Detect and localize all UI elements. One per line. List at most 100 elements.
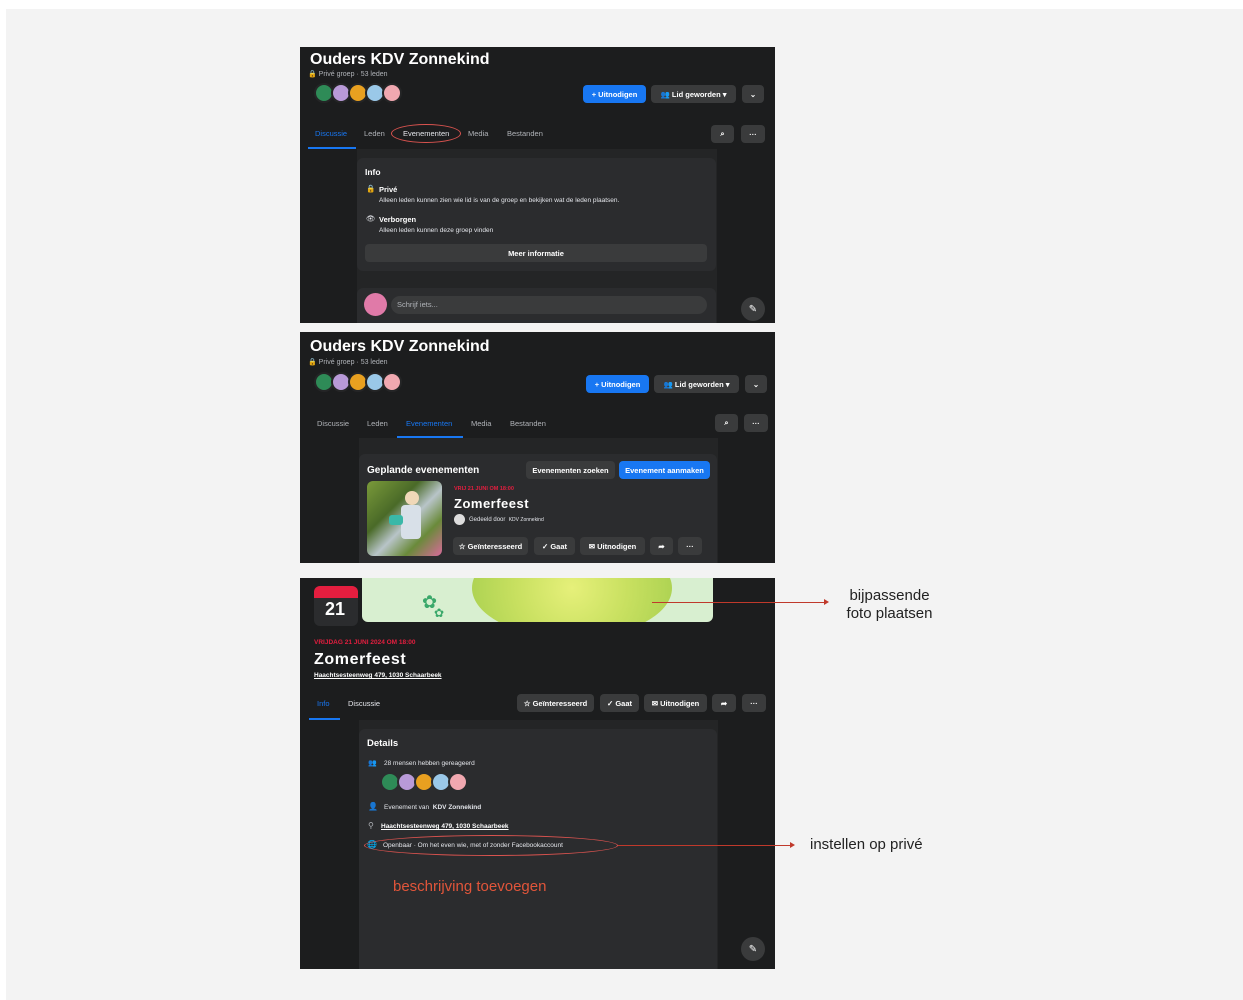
compose-icon[interactable]: ✎ xyxy=(741,297,765,321)
location-pin-icon: ⚲ xyxy=(368,821,374,830)
going-button[interactable]: ✓ Gaat xyxy=(600,694,639,712)
member-button[interactable]: 👥 Lid geworden ▾ xyxy=(651,85,736,103)
group-discussion-panel: Ouders KDV Zonnekind 🔒 Privé groep · 53 … xyxy=(300,47,775,323)
tab-discussie[interactable]: Discussie xyxy=(348,699,380,708)
create-event-button[interactable]: Evenement aanmaken xyxy=(619,461,710,479)
highlight-oval-visibility xyxy=(364,835,618,856)
private-description: Alleen leden kunnen zien wie lid is van … xyxy=(379,197,620,204)
group-header: Ouders KDV Zonnekind 🔒 Privé groep · 53 … xyxy=(300,47,775,125)
hidden-description: Alleen leden kunnen deze groep vinden xyxy=(379,227,494,234)
annotation-arrowhead-photo xyxy=(824,599,829,605)
shared-by-label: Gedeeld door xyxy=(469,517,506,523)
tab-bestanden[interactable]: Bestanden xyxy=(510,419,546,428)
organizer-prefix: Evenement van xyxy=(384,804,430,811)
going-label: Gaat xyxy=(615,698,633,708)
calendar-date-badge: 21 xyxy=(314,586,358,626)
avatar[interactable] xyxy=(382,83,402,103)
star-icon: ☆ xyxy=(523,698,533,708)
tab-media[interactable]: Media xyxy=(471,419,491,428)
annotation-privacy: instellen op privé xyxy=(810,836,923,853)
avatar[interactable] xyxy=(448,772,468,792)
share-icon[interactable]: ➦ xyxy=(650,537,673,555)
more-options-button[interactable]: ··· xyxy=(678,537,702,555)
search-icon[interactable]: ⌕ xyxy=(715,414,738,432)
tab-bestanden[interactable]: Bestanden xyxy=(507,129,543,138)
search-events-button[interactable]: Evenementen zoeken xyxy=(526,461,615,479)
caret-down-icon: ▾ xyxy=(723,379,730,389)
tab-leden[interactable]: Leden xyxy=(367,419,388,428)
calendar-day: 21 xyxy=(325,599,346,619)
star-icon: ☆ xyxy=(458,541,468,551)
hidden-title: Verborgen xyxy=(379,215,417,224)
share-icon[interactable]: ➦ xyxy=(712,694,736,712)
people-icon: 👥 xyxy=(368,760,377,767)
composer-input[interactable]: Schrijf iets... xyxy=(391,296,707,314)
tab-info[interactable]: Info xyxy=(317,699,330,708)
event-date-line: VRIJDAG 21 JUNI 2024 OM 18:00 xyxy=(314,639,416,646)
right-gutter xyxy=(718,438,775,563)
tab-media[interactable]: Media xyxy=(468,129,488,138)
events-card: Geplande evenementen Evenementen zoeken … xyxy=(359,454,717,563)
tab-discussie[interactable]: Discussie xyxy=(317,419,349,428)
event-thumbnail[interactable] xyxy=(367,481,442,556)
members-icon: 👥 xyxy=(660,89,672,99)
shared-by-name[interactable]: KDV Zonnekind xyxy=(509,517,544,523)
tab-discussie[interactable]: Discussie xyxy=(315,129,347,138)
composer-card: Schrijf iets... xyxy=(357,288,716,323)
member-avatars[interactable] xyxy=(314,372,402,392)
private-title: Privé xyxy=(379,185,398,194)
going-button[interactable]: ✓ Gaat xyxy=(534,537,575,555)
event-cover-photo[interactable]: ✿ ✿ xyxy=(362,578,713,622)
details-address-link[interactable]: Haachtsesteenweg 479, 1030 Schaarbeek xyxy=(381,823,509,830)
interested-button[interactable]: ☆ Geïnteresseerd xyxy=(453,537,528,555)
annotation-arrowhead-privacy xyxy=(790,842,795,848)
left-gutter xyxy=(300,720,359,969)
chevron-down-icon[interactable]: ⌄ xyxy=(745,375,767,393)
interested-label: Geïnteresseerd xyxy=(467,541,523,551)
invite-button[interactable]: + Uitnodigen xyxy=(586,375,649,393)
group-tabs: Discussie Leden Evenementen Media Bestan… xyxy=(300,406,775,438)
more-icon[interactable]: ··· xyxy=(742,694,766,712)
tab-evenementen[interactable]: Evenementen xyxy=(406,419,452,428)
group-events-panel: Ouders KDV Zonnekind 🔒 Privé groep · 53 … xyxy=(300,332,775,563)
info-card: Info 🔒 Privé Alleen leden kunnen zien wi… xyxy=(357,158,716,271)
caret-down-icon: ▾ xyxy=(720,89,727,99)
compose-icon[interactable]: ✎ xyxy=(741,937,765,961)
reacted-count[interactable]: 28 mensen hebben gereageerd xyxy=(384,760,475,767)
details-heading: Details xyxy=(367,738,399,749)
eye-hidden-icon: 👁 xyxy=(366,214,376,223)
invite-event-button[interactable]: ✉ Uitnodigen xyxy=(644,694,707,712)
check-circle-icon: ✓ xyxy=(606,698,616,708)
calendar-top xyxy=(314,586,358,598)
more-icon[interactable]: ··· xyxy=(744,414,768,432)
more-icon[interactable]: ··· xyxy=(741,125,765,143)
group-subtitle-text: Privé groep · 53 leden xyxy=(318,71,388,78)
member-button[interactable]: 👥 Lid geworden ▾ xyxy=(654,375,739,393)
group-title: Ouders KDV Zonnekind xyxy=(310,51,490,68)
group-subtitle-text: Privé groep · 53 leden xyxy=(318,359,388,366)
event-address-link[interactable]: Haachtsesteenweg 479, 1030 Schaarbeek xyxy=(314,672,442,679)
cover-graphic xyxy=(472,578,672,622)
composer-placeholder: Schrijf iets... xyxy=(397,300,438,309)
annotation-arrow-photo xyxy=(652,602,824,603)
child-photo-detail xyxy=(401,505,421,539)
chevron-down-icon[interactable]: ⌄ xyxy=(742,85,764,103)
child-photo-detail xyxy=(405,491,419,505)
add-description-note: beschrijving toevoegen xyxy=(393,878,547,895)
avatar[interactable] xyxy=(382,372,402,392)
organizer-name[interactable]: KDV Zonnekind xyxy=(433,804,481,811)
invite-label: Uitnodigen xyxy=(597,541,637,551)
reacted-avatars[interactable] xyxy=(380,772,468,792)
mail-icon: ✉ xyxy=(588,541,598,551)
tab-leden[interactable]: Leden xyxy=(364,129,385,138)
more-info-button[interactable]: Meer informatie xyxy=(365,244,707,262)
event-tabs: Info Discussie ☆ Geïnteresseerd ✓ Gaat ✉… xyxy=(300,686,775,720)
member-avatars[interactable] xyxy=(314,83,402,103)
event-title[interactable]: Zomerfeest xyxy=(454,496,529,511)
check-circle-icon: ✓ xyxy=(541,541,551,551)
invite-button[interactable]: + Uitnodigen xyxy=(583,85,646,103)
invite-event-button[interactable]: ✉ Uitnodigen xyxy=(580,537,645,555)
info-heading: Info xyxy=(365,167,381,177)
search-icon[interactable]: ⌕ xyxy=(711,125,734,143)
interested-button[interactable]: ☆ Geïnteresseerd xyxy=(517,694,594,712)
